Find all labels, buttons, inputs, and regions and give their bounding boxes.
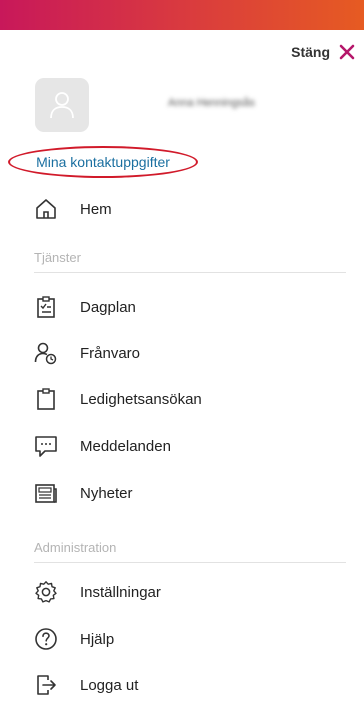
close-icon	[338, 43, 356, 61]
contact-info-link[interactable]: Mina kontaktuppgifter	[8, 146, 198, 178]
menu-item-hjalp[interactable]: Hjälp	[34, 624, 114, 654]
menu-label-dagplan: Dagplan	[80, 298, 136, 316]
clipboard-icon	[34, 387, 58, 411]
services-divider	[34, 272, 346, 273]
menu-item-dagplan[interactable]: Dagplan	[34, 292, 136, 322]
person-clock-icon	[34, 341, 58, 365]
user-name: Anna Henningsås	[168, 97, 255, 109]
menu-item-home[interactable]: Hem	[34, 194, 112, 224]
menu-item-nyheter[interactable]: Nyheter	[34, 478, 133, 508]
menu-label-nyheter: Nyheter	[80, 484, 133, 502]
menu-label-ledighetsansokan: Ledighetsansökan	[80, 390, 202, 408]
menu-label-hjalp: Hjälp	[80, 630, 115, 648]
section-title-services: Tjänster	[34, 250, 81, 265]
menu-item-meddelanden[interactable]: Meddelanden	[34, 431, 171, 461]
newspaper-icon	[34, 481, 58, 505]
chat-icon	[34, 434, 58, 458]
top-gradient-bar	[0, 0, 364, 30]
section-title-administration: Administration	[34, 540, 117, 555]
close-label: Stäng	[291, 44, 330, 60]
menu-label-installningar: Inställningar	[80, 583, 161, 601]
close-button[interactable]: Stäng	[291, 38, 356, 66]
menu-label-logga-ut: Logga ut	[80, 676, 139, 694]
avatar	[35, 78, 89, 132]
menu-label-franvaro: Frånvaro	[80, 344, 141, 362]
user-icon	[49, 90, 75, 120]
contact-info-label: Mina kontaktuppgifter	[36, 154, 170, 170]
menu-label-meddelanden: Meddelanden	[80, 437, 171, 455]
menu-label-home: Hem	[80, 200, 112, 218]
menu-item-ledighetsansokan[interactable]: Ledighetsansökan	[34, 384, 202, 414]
menu-item-installningar[interactable]: Inställningar	[34, 577, 161, 607]
home-icon	[34, 197, 58, 221]
help-icon	[34, 627, 58, 651]
gear-icon	[34, 580, 58, 604]
menu-item-franvaro[interactable]: Frånvaro	[34, 338, 140, 368]
admin-divider	[34, 562, 346, 563]
logout-icon	[34, 673, 58, 697]
clipboard-check-icon	[34, 295, 58, 319]
menu-item-logga-ut[interactable]: Logga ut	[34, 670, 138, 700]
